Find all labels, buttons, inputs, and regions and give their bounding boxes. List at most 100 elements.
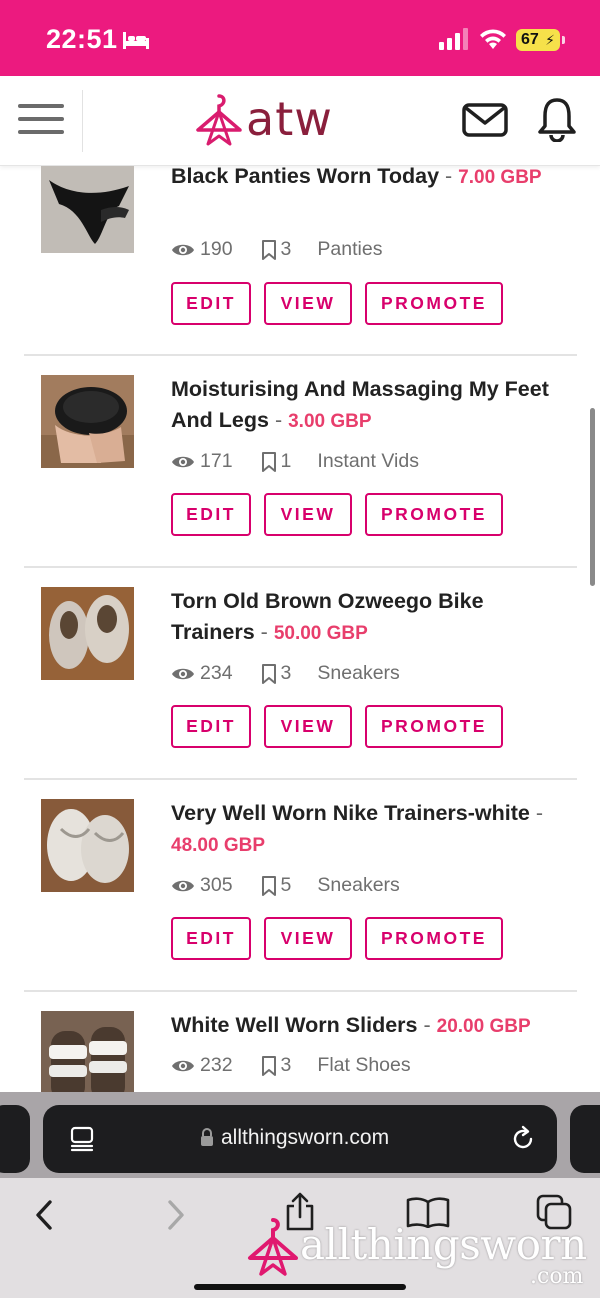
url-text[interactable]: allthingsworn.com: [221, 1126, 389, 1150]
header-divider: [82, 90, 83, 152]
listing-title-block[interactable]: Moisturising And Massaging My Feet And L…: [171, 374, 571, 437]
eye-views-icon: [172, 880, 194, 891]
title-separator: -: [274, 408, 283, 432]
mail-icon[interactable]: [462, 102, 508, 138]
listing-category: Panties: [317, 238, 383, 260]
tab-strip: allthingsworn.com: [0, 1092, 600, 1178]
site-logo[interactable]: atw: [194, 90, 364, 152]
views-count: 171: [200, 450, 233, 472]
view-button[interactable]: VIEW: [264, 493, 352, 536]
listing-title-block[interactable]: Black Panties Worn Today - 7.00 GBP: [171, 161, 571, 193]
status-time: 22:51: [46, 24, 118, 54]
view-button[interactable]: VIEW: [264, 917, 352, 960]
views-count: 234: [200, 662, 233, 684]
views-count: 305: [200, 874, 233, 896]
edit-button[interactable]: EDIT: [171, 493, 251, 536]
view-button[interactable]: VIEW: [264, 705, 352, 748]
promote-button[interactable]: PROMOTE: [365, 493, 503, 536]
listing-category: Sneakers: [317, 874, 400, 896]
saves-count: 1: [280, 450, 292, 472]
listing-title-block[interactable]: Torn Old Brown Ozweego Bike Trainers - 5…: [171, 586, 571, 649]
listing-category: Sneakers: [317, 662, 400, 684]
watermark-suffix: .com: [530, 1264, 584, 1289]
listing-stats: 305 5 Sneakers: [171, 874, 400, 897]
hanger-logo-icon: [196, 94, 242, 146]
page-scrollbar[interactable]: [590, 408, 595, 586]
listing-thumbnail[interactable]: [41, 1011, 134, 1104]
reload-icon[interactable]: [509, 1125, 537, 1153]
listing-title-block[interactable]: Very Well Worn Nike Trainers-white - 48.…: [171, 798, 571, 861]
battery-level: 67: [521, 31, 539, 48]
hanger-watermark-icon: [248, 1218, 298, 1276]
promote-button[interactable]: PROMOTE: [365, 282, 503, 325]
bookmark-icon: [261, 875, 276, 896]
bookmark-icon: [261, 239, 276, 260]
view-button[interactable]: VIEW: [264, 282, 352, 325]
watermark-text: allthingsworn: [300, 1220, 587, 1269]
home-indicator[interactable]: [194, 1284, 406, 1290]
edit-button[interactable]: EDIT: [171, 282, 251, 325]
listing-stats: 171 1 Instant Vids: [171, 450, 419, 473]
listing-item: Moisturising And Massaging My Feet And L…: [24, 356, 577, 568]
previous-tab[interactable]: [0, 1105, 30, 1173]
bookmark-icon: [261, 1055, 276, 1076]
bell-notification-icon[interactable]: [536, 96, 578, 142]
listing-thumbnail[interactable]: [41, 799, 134, 892]
cellular-signal-icon: [439, 28, 468, 50]
bookmark-icon: [261, 451, 276, 472]
listing-price: 48.00 GBP: [171, 835, 265, 856]
eye-views-icon: [172, 668, 194, 679]
listing-thumbnail[interactable]: [41, 587, 134, 680]
saves-count: 3: [280, 662, 292, 684]
promote-button[interactable]: PROMOTE: [365, 705, 503, 748]
wifi-icon: [480, 29, 506, 49]
hamburger-menu-icon[interactable]: [18, 100, 66, 138]
listing-price: 3.00 GBP: [288, 411, 372, 432]
listing-title[interactable]: White Well Worn Sliders: [171, 1013, 417, 1037]
site-watermark: allthingsworn .com: [244, 1214, 594, 1289]
edit-button[interactable]: EDIT: [171, 917, 251, 960]
promote-button[interactable]: PROMOTE: [365, 917, 503, 960]
eye-views-icon: [172, 244, 194, 255]
edit-button[interactable]: EDIT: [171, 705, 251, 748]
listing-actions: EDIT VIEW PROMOTE: [171, 705, 516, 748]
listing-category: Flat Shoes: [317, 1054, 411, 1076]
listing-price: 7.00 GBP: [458, 167, 542, 188]
eye-views-icon: [172, 1060, 194, 1071]
address-bar[interactable]: allthingsworn.com: [43, 1105, 557, 1173]
back-chevron-icon[interactable]: [32, 1198, 58, 1232]
listing-stats: 234 3 Sneakers: [171, 662, 400, 685]
listing-actions: EDIT VIEW PROMOTE: [171, 282, 516, 325]
eye-views-icon: [172, 456, 194, 467]
listing-thumbnail[interactable]: [41, 166, 134, 253]
listing-category: Instant Vids: [317, 450, 419, 472]
title-separator: -: [535, 801, 544, 825]
listing-thumbnail[interactable]: [41, 375, 134, 468]
listing-actions: EDIT VIEW PROMOTE: [171, 917, 516, 960]
listing-stats: 190 3 Panties: [171, 238, 382, 261]
title-separator: -: [423, 1013, 431, 1037]
next-tab[interactable]: [570, 1105, 600, 1173]
title-separator: -: [445, 164, 453, 188]
listing-title[interactable]: Black Panties Worn Today: [171, 164, 439, 188]
listing-item: Torn Old Brown Ozweego Bike Trainers - 5…: [24, 568, 577, 780]
page-menu-icon[interactable]: [69, 1126, 95, 1152]
status-bar: 22:51 67 ⚡: [0, 0, 600, 76]
listing-title-block[interactable]: White Well Worn Sliders - 20.00 GBP: [171, 1010, 571, 1042]
listing-actions: EDIT VIEW PROMOTE: [171, 493, 516, 536]
views-count: 190: [200, 238, 233, 260]
saves-count: 3: [280, 1054, 292, 1076]
forward-chevron-icon[interactable]: [162, 1198, 188, 1232]
listing-title[interactable]: Very Well Worn Nike Trainers-white: [171, 801, 530, 825]
app-screen: 22:51 67 ⚡ atw Black Panties Worn Today …: [0, 0, 600, 1298]
bookmark-icon: [261, 663, 276, 684]
listing-price: 50.00 GBP: [273, 623, 368, 644]
sleep-mode-icon: [123, 32, 149, 49]
browser-toolbar: allthingsworn.com allthingsworn .com: [0, 1092, 600, 1298]
title-separator: -: [260, 620, 268, 644]
listing-stats: 232 3 Flat Shoes: [171, 1054, 411, 1077]
logo-text: atw: [246, 92, 333, 146]
listing-item: Black Panties Worn Today - 7.00 GBP 190 …: [24, 164, 577, 356]
listing-price: 20.00 GBP: [436, 1016, 531, 1037]
battery-indicator: 67 ⚡: [516, 29, 565, 51]
